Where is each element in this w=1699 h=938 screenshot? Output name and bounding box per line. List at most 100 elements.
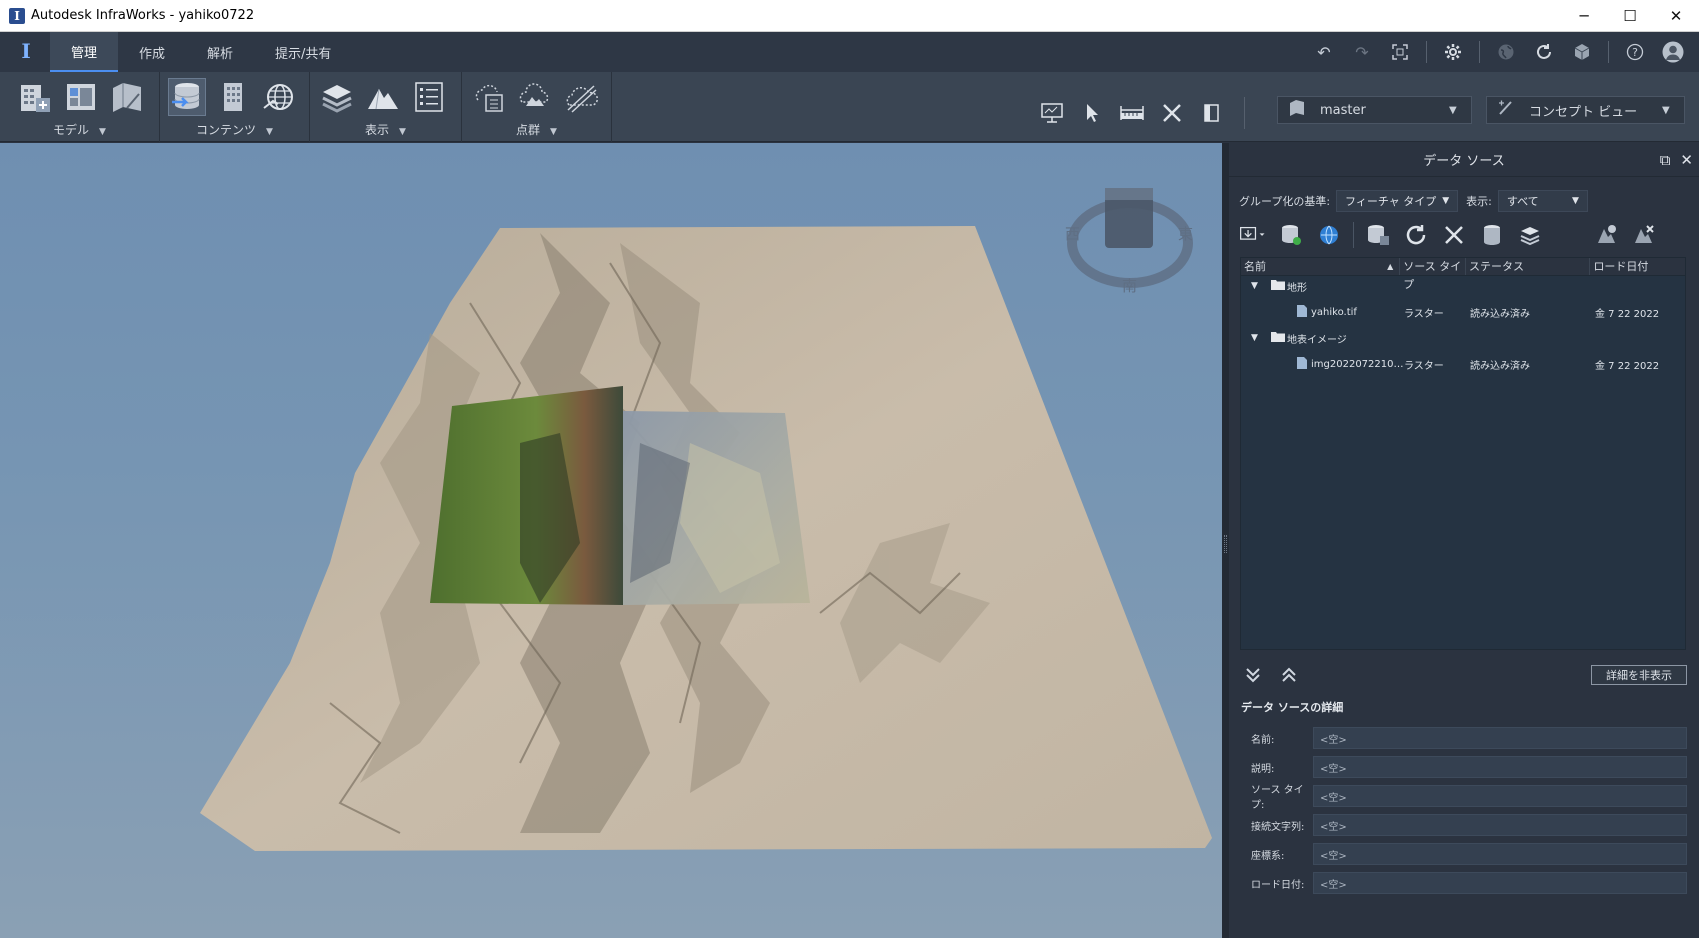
minimize-button[interactable]: ─ (1561, 0, 1607, 32)
refresh-icon[interactable] (1402, 221, 1430, 249)
proposal-select[interactable]: master ▼ (1277, 96, 1472, 124)
user-avatar-icon[interactable] (1661, 40, 1685, 64)
remove-icon[interactable] (1440, 221, 1468, 249)
row-status: 読み込み済み (1470, 308, 1530, 320)
window-title: Autodesk InfraWorks - yahiko0722 (31, 8, 255, 23)
bookmark-panel-icon[interactable] (1198, 100, 1226, 126)
group-by-select[interactable]: フィーチャ タイプ ▼ (1336, 190, 1459, 212)
viewcube-south[interactable]: 南 (1122, 277, 1137, 295)
tools-wrench-icon[interactable] (1158, 100, 1186, 126)
buildings-content-icon[interactable] (214, 78, 252, 116)
detail-label: 接続文字列: (1251, 821, 1305, 833)
column-header-status[interactable]: ステータス (1466, 258, 1591, 275)
detail-value-field[interactable]: <空> (1313, 727, 1687, 749)
detail-value-field[interactable]: <空> (1313, 843, 1687, 865)
show-filter-select[interactable]: すべて ▼ (1497, 190, 1588, 212)
tab-present-share[interactable]: 提示/共有 (254, 32, 352, 72)
fullscreen-icon[interactable] (1388, 40, 1412, 64)
point-cloud-terrain-icon[interactable] (516, 78, 554, 116)
help-icon[interactable]: ? (1623, 40, 1647, 64)
table-row[interactable]: img2022072210… ラスター 読み込み済み 金 7 22 2022 (1241, 352, 1685, 376)
model-style-icon[interactable] (108, 78, 146, 116)
satellite-image-overlay[interactable] (430, 386, 810, 605)
tree-group-label: 地形 (1287, 282, 1307, 294)
surface-layers-icon[interactable] (318, 78, 356, 116)
point-cloud-linear-icon[interactable] (562, 78, 600, 116)
column-header-load-date[interactable]: ロード日付 (1590, 258, 1685, 275)
viewcube-west[interactable]: 西 (1065, 225, 1080, 243)
detail-row-source-type: ソース タイプ: <空> (1241, 785, 1687, 811)
folder-icon (1271, 331, 1285, 345)
ribbon-group-content-label[interactable]: コンテンツ ▼ (160, 121, 309, 138)
detail-row-connection-string: 接続文字列: <空> (1241, 814, 1687, 836)
close-feature-icon[interactable] (1630, 221, 1658, 249)
model-builder-globe-icon[interactable] (260, 78, 298, 116)
detail-label: ロード日付: (1251, 879, 1305, 891)
add-database-icon[interactable] (1277, 221, 1305, 249)
svg-text:?: ? (1632, 46, 1638, 59)
detail-row-load-date: ロード日付: <空> (1241, 872, 1687, 894)
undock-icon[interactable]: ⧉ (1660, 151, 1671, 169)
detail-label: 座標系: (1251, 850, 1285, 862)
proposal-value: master (1320, 102, 1366, 118)
expand-up-icon[interactable] (1277, 663, 1301, 687)
ribbon-panel: モデル ▼ コンテンツ ▼ 表示 ▼ 点群 ▼ master ▼ コンセプト ビ… (0, 72, 1699, 142)
model-layout-icon[interactable] (62, 78, 100, 116)
presentation-monitor-icon[interactable] (1038, 100, 1066, 126)
tab-manage[interactable]: 管理 (50, 32, 119, 72)
file-icon (1297, 356, 1307, 372)
ribbon-group-point-cloud-label[interactable]: 点群 ▼ (462, 121, 611, 138)
database-icon[interactable] (1478, 221, 1506, 249)
configure-data-source-icon[interactable] (1364, 221, 1392, 249)
data-sources-icon[interactable] (168, 78, 206, 116)
ribbon-group-display-label[interactable]: 表示 ▼ (310, 121, 461, 138)
table-row[interactable]: yahiko.tif ラスター 読み込み済み 金 7 22 2022 (1241, 300, 1685, 324)
point-cloud-list-icon[interactable] (470, 78, 508, 116)
redo-icon[interactable]: ↷ (1350, 40, 1374, 64)
expand-chevron-icon[interactable]: ▼ (1251, 281, 1258, 291)
globe-icon[interactable] (1494, 40, 1518, 64)
model-cube-icon[interactable] (1570, 40, 1594, 64)
details-controls: 詳細を非表示 (1241, 663, 1687, 691)
undo-icon[interactable]: ↶ (1312, 40, 1336, 64)
add-data-source-icon[interactable] (1239, 221, 1267, 249)
layers-stack-icon[interactable] (1516, 221, 1544, 249)
maximize-button[interactable]: ☐ (1607, 0, 1653, 32)
3d-viewport[interactable]: 西 東 南 (0, 143, 1222, 938)
detail-value-field[interactable]: <空> (1313, 872, 1687, 894)
viewcube[interactable] (1067, 188, 1193, 288)
tab-analyze[interactable]: 解析 (186, 32, 254, 72)
collapse-down-icon[interactable] (1241, 663, 1265, 687)
proposal-icon (1288, 99, 1310, 121)
show-label: 表示: (1466, 195, 1492, 208)
detail-label: 説明: (1251, 763, 1275, 775)
select-pointer-icon[interactable] (1078, 100, 1106, 126)
visual-style-select[interactable]: コンセプト ビュー ▼ (1486, 96, 1685, 124)
add-feature-icon[interactable] (1592, 221, 1620, 249)
model-properties-icon[interactable] (16, 78, 54, 116)
detail-value-field[interactable]: <空> (1313, 785, 1687, 807)
row-load-date: 金 7 22 2022 (1595, 360, 1660, 372)
settings-gear-icon[interactable] (1441, 40, 1465, 64)
sync-icon[interactable] (1532, 40, 1556, 64)
detail-value-field[interactable]: <空> (1313, 814, 1687, 836)
ribbon-group-model-label[interactable]: モデル ▼ (0, 121, 159, 138)
tree-group-imagery[interactable]: ▼ 地表イメージ (1241, 326, 1685, 350)
terrain-mountain-icon[interactable] (364, 78, 402, 116)
legend-list-icon[interactable] (410, 78, 448, 116)
show-filter-value: すべて (1506, 195, 1539, 208)
tab-create[interactable]: 作成 (118, 32, 186, 72)
infraworks-logo-icon[interactable]: I (16, 40, 36, 62)
tree-group-terrain[interactable]: ▼ 地形 (1241, 274, 1685, 298)
column-header-name[interactable]: 名前 ▲ (1241, 258, 1401, 275)
expand-chevron-icon[interactable]: ▼ (1251, 333, 1258, 343)
close-icon[interactable]: ✕ (1680, 151, 1693, 169)
viewcube-east[interactable]: 東 (1178, 225, 1193, 243)
measure-ruler-icon[interactable] (1118, 100, 1146, 126)
hide-details-button[interactable]: 詳細を非表示 (1591, 665, 1687, 685)
connect-web-icon[interactable] (1315, 221, 1343, 249)
panel-splitter[interactable] (1222, 143, 1229, 938)
column-header-source-type[interactable]: ソース タイプ (1400, 258, 1466, 291)
close-window-button[interactable]: ✕ (1653, 0, 1699, 32)
detail-value-field[interactable]: <空> (1313, 756, 1687, 778)
